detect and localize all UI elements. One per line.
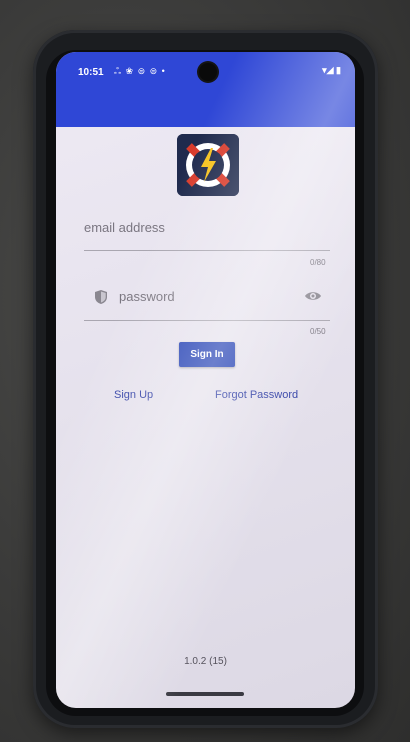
password-placeholder: password <box>119 289 175 304</box>
camera-hole <box>199 63 217 81</box>
app-bar <box>56 89 355 127</box>
email-char-counter: 0/80 <box>310 258 326 267</box>
shield-icon <box>95 290 107 304</box>
email-field[interactable]: email address <box>84 218 330 251</box>
password-char-counter: 0/50 <box>310 327 326 336</box>
app-version: 1.0.2 (15) <box>184 656 227 667</box>
status-bar: 10:51 ஃ ❀ ⊜ ⊜ • ▾◢ ▮ <box>56 52 355 89</box>
app-logo-icon <box>177 134 239 196</box>
eye-icon[interactable] <box>304 289 322 303</box>
notification-icons: ஃ ❀ ⊜ ⊜ • <box>114 66 166 76</box>
status-time: 10:51 <box>78 67 104 78</box>
system-icons: ▾◢ ▮ <box>322 65 341 75</box>
home-gesture-bar[interactable] <box>166 692 244 696</box>
sign-up-link[interactable]: Sign Up <box>114 389 153 401</box>
password-field[interactable]: password <box>84 284 330 321</box>
phone-screen: 10:51 ஃ ❀ ⊜ ⊜ • ▾◢ ▮ email address 0/80 … <box>56 52 355 708</box>
email-placeholder: email address <box>84 220 165 235</box>
sign-in-button[interactable]: Sign In <box>179 342 235 367</box>
forgot-password-link[interactable]: Forgot Password <box>215 389 298 401</box>
